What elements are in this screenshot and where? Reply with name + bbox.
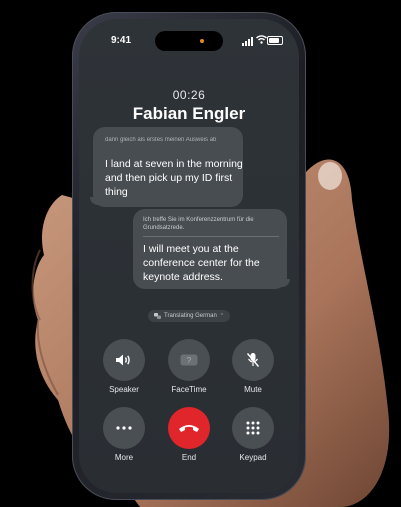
outgoing-message-bubble: Ich treffe Sie im Konferenzzentrum für d…	[133, 209, 290, 289]
original-text: Ich treffe Sie im Konferenzzentrum für d…	[143, 217, 254, 231]
translating-label: Translating German	[164, 313, 217, 319]
bubble-tail	[282, 279, 290, 287]
translated-text: I land at seven in the morning and then …	[105, 158, 243, 198]
facetime-icon: ?	[180, 354, 198, 366]
facetime-button[interactable]: ?	[168, 339, 210, 381]
status-bar: 9:41	[79, 31, 299, 51]
mute-label: Mute	[244, 385, 262, 394]
microphone-slash-icon	[246, 353, 260, 367]
translating-indicator[interactable]: Translating German ⌃	[148, 310, 231, 322]
call-duration: 00:26	[172, 88, 206, 102]
end-label: End	[181, 453, 197, 462]
battery-icon	[267, 36, 283, 45]
more-button[interactable]	[103, 407, 145, 449]
translate-icon	[154, 313, 161, 319]
wifi-icon	[256, 35, 267, 44]
dynamic-island	[155, 31, 223, 51]
translated-text: I will meet you at the conference center…	[143, 243, 260, 283]
bubble-divider	[143, 236, 279, 237]
privacy-indicator-dot	[200, 39, 204, 43]
ellipsis-icon	[116, 426, 132, 430]
facetime-label: FaceTime	[171, 385, 207, 394]
speaker-icon	[116, 354, 130, 366]
original-text: dann gleich als erstes meinen Ausweis ab	[105, 137, 217, 143]
speaker-button[interactable]	[103, 339, 145, 381]
mute-button[interactable]	[232, 339, 274, 381]
more-label: More	[114, 453, 134, 462]
incoming-message-bubble: dann gleich als erstes meinen Ausweis ab…	[90, 127, 243, 207]
end-call-button[interactable]	[168, 407, 210, 449]
caller-name: Fabian Engler	[132, 104, 246, 123]
keypad-button[interactable]	[232, 407, 274, 449]
status-time: 9:41	[111, 35, 132, 46]
cellular-signal-icon	[242, 37, 253, 46]
bubble-tail	[90, 197, 98, 205]
call-screen: 9:41 00:26 Fabian Engler dann gleich als…	[79, 19, 299, 493]
speaker-label: Speaker	[109, 385, 139, 394]
svg-text:?: ?	[187, 356, 192, 365]
phone-frame: 9:41 00:26 Fabian Engler dann gleich als…	[72, 12, 306, 500]
chevron-icon: ⌃	[219, 313, 225, 319]
hang-up-phone-icon	[179, 425, 199, 432]
keypad-label: Keypad	[239, 453, 267, 462]
keypad-icon	[246, 421, 260, 435]
